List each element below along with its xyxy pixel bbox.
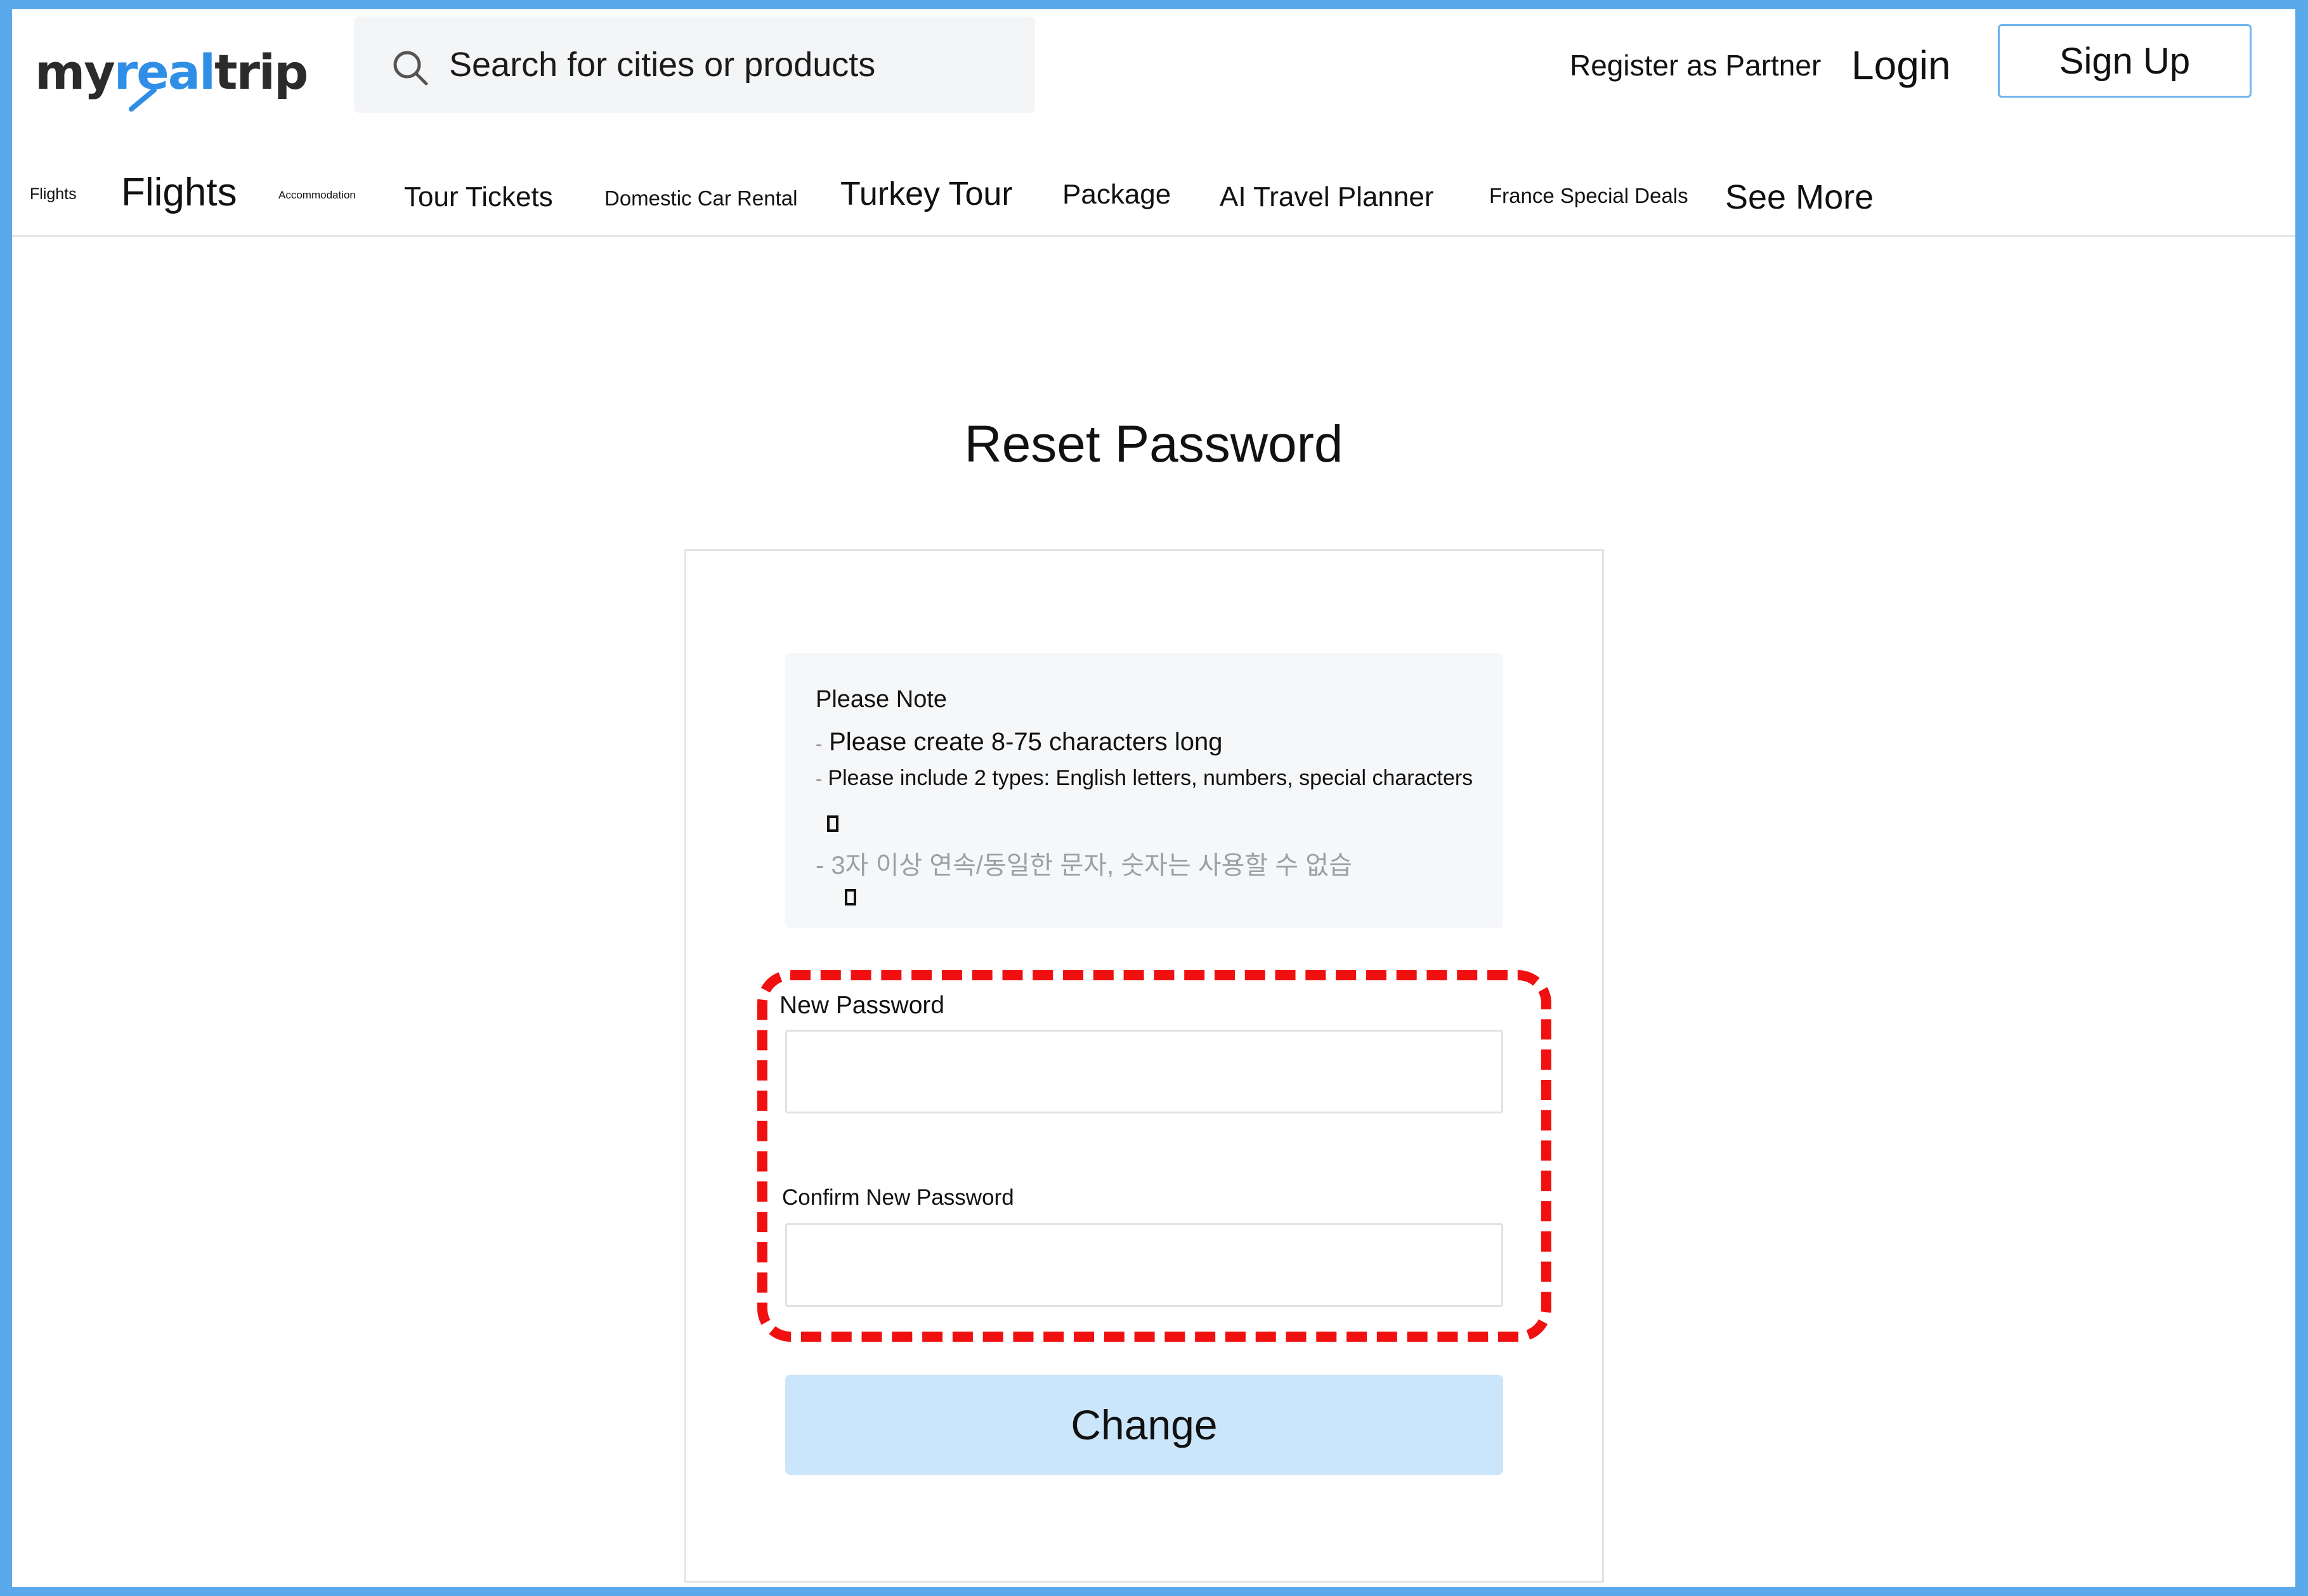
confirm-password-label: Confirm New Password: [782, 1185, 1014, 1210]
logo[interactable]: myrealtrip: [35, 37, 314, 112]
nav-item-flights-small[interactable]: Flights: [30, 185, 77, 204]
search-icon: [393, 51, 428, 86]
missing-glyph-icon: [845, 889, 856, 905]
search-input[interactable]: [449, 36, 1007, 94]
nav-item-see-more[interactable]: See More: [1725, 178, 1874, 217]
register-partner-link[interactable]: Register as Partner: [1570, 48, 1821, 82]
rule-dash: -: [816, 734, 822, 755]
login-link[interactable]: Login: [1851, 42, 1951, 89]
nav-item-domestic-car-rental[interactable]: Domestic Car Rental: [604, 186, 797, 211]
new-password-label: New Password: [779, 992, 945, 1019]
rule-repeat: - 3자 이상 연속/동일한 문자, 숫자는 사용할 수 없습: [816, 845, 1352, 881]
rule-length-text: Please create 8-75 characters long: [829, 728, 1223, 756]
nav-item-ai-travel-planner[interactable]: AI Travel Planner: [1220, 181, 1434, 213]
change-password-button[interactable]: Change: [785, 1375, 1503, 1475]
note-title: Please Note: [816, 686, 948, 713]
rule-length: - Please create 8-75 characters long: [816, 728, 1222, 756]
missing-glyph-icon: [827, 815, 838, 832]
logo-swoosh-icon: [129, 88, 157, 112]
nav-item-tour-tickets[interactable]: Tour Tickets: [404, 181, 553, 213]
page-title: Reset Password: [964, 415, 1343, 473]
search-box[interactable]: [354, 16, 1035, 113]
nav-item-accommodation[interactable]: Accommodation: [278, 189, 356, 202]
password-rules-note: Please Note - Please create 8-75 charact…: [785, 653, 1503, 928]
confirm-password-input[interactable]: [785, 1223, 1503, 1307]
nav-item-turkey-tour[interactable]: Turkey Tour: [840, 175, 1013, 213]
sign-up-button[interactable]: Sign Up: [1998, 24, 2252, 98]
new-password-input[interactable]: [785, 1030, 1503, 1113]
rule-repeat-text: - 3자 이상 연속/동일한 문자, 숫자는 사용할 수 없습: [816, 852, 1352, 879]
nav-item-flights[interactable]: Flights: [121, 170, 237, 215]
nav-item-package[interactable]: Package: [1062, 179, 1171, 211]
rule-types: - Please include 2 types: English letter…: [816, 766, 1473, 791]
category-nav: Flights Flights Accommodation Tour Ticke…: [12, 136, 2295, 237]
rule-dash: -: [816, 769, 822, 789]
rule-types-text: Please include 2 types: English letters,…: [828, 766, 1473, 790]
nav-item-france-special-deals[interactable]: France Special Deals: [1489, 184, 1688, 208]
page-frame: myrealtrip Register as Partner Login Sig…: [12, 9, 2295, 1587]
